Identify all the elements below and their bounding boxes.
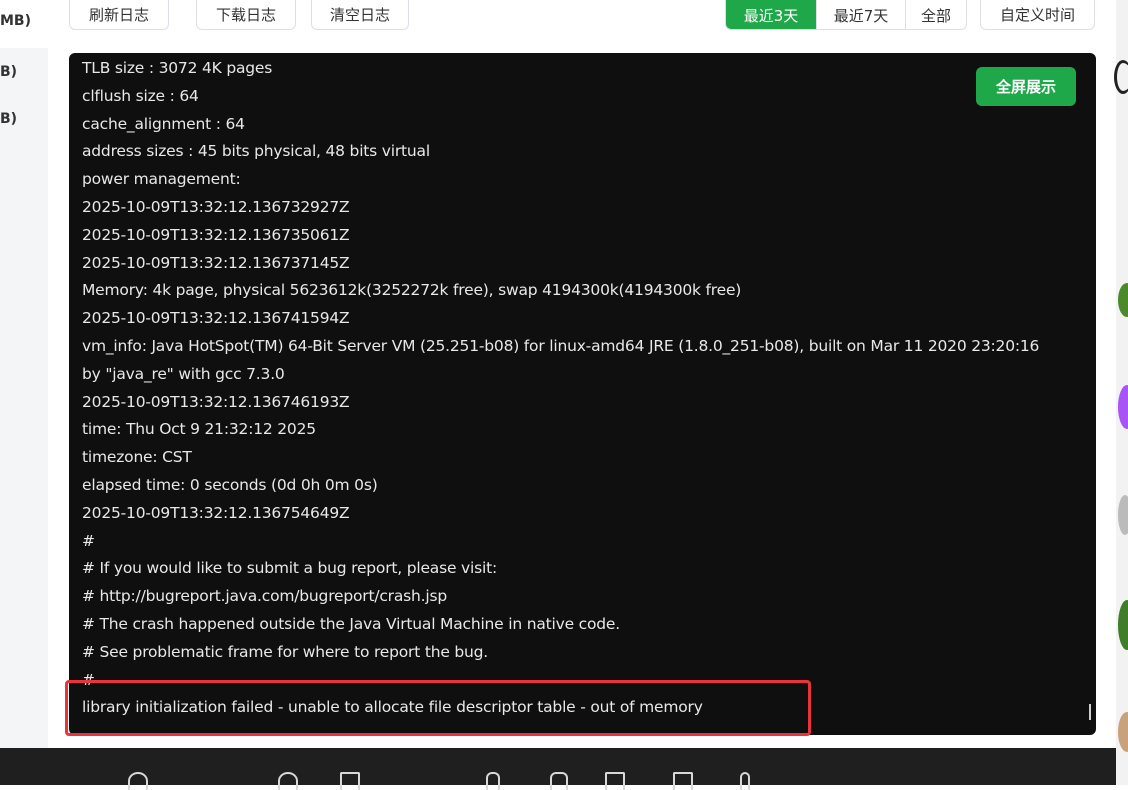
desktop-icon [1118, 600, 1128, 650]
search-icon[interactable] [278, 772, 298, 790]
pin-icon[interactable] [740, 772, 750, 790]
log-line: 2025-10-09T13:32:12.136741594Z [82, 309, 350, 328]
log-line: address sizes : 45 bits physical, 48 bit… [82, 142, 430, 161]
log-line: Memory: 4k page, physical 5623612k(32522… [82, 281, 742, 300]
desktop-icon [1118, 385, 1128, 429]
error-highlight-box [65, 680, 811, 736]
range-all[interactable]: 全部 [905, 0, 966, 29]
refresh-log-button[interactable]: 刷新日志 [69, 0, 169, 30]
log-line: cache_alignment : 64 [82, 114, 245, 133]
window-icon[interactable] [340, 772, 360, 790]
desktop-icon [1118, 495, 1128, 535]
time-range-selector: 最近3天 最近7天 全部 [725, 0, 967, 30]
log-line: vm_info: Java HotSpot(TM) 64-Bit Server … [82, 337, 1040, 355]
fullscreen-button[interactable]: 全屏展示 [976, 67, 1076, 106]
taskbar [0, 748, 1116, 790]
desktop-icon [1118, 283, 1128, 317]
log-line: power management: [82, 170, 241, 189]
exit-icon[interactable] [673, 772, 693, 790]
fullscreen-icon[interactable] [605, 772, 625, 790]
desktop-icon [1114, 60, 1128, 94]
log-line: # If you would like to submit a bug repo… [82, 559, 497, 578]
log-line: 2025-10-09T13:32:12.136737145Z [82, 253, 350, 272]
sidebar-size-label: B) [0, 111, 18, 127]
range-last-3-days[interactable]: 最近3天 [726, 0, 816, 29]
desktop-edge [1114, 0, 1128, 785]
log-line: # http://bugreport.java.com/bugreport/cr… [82, 587, 447, 606]
log-line: # [82, 531, 95, 550]
log-line: 2025-10-09T13:32:12.136754649Z [82, 503, 350, 522]
download-log-button[interactable]: 下载日志 [196, 0, 296, 30]
zoom-icon[interactable] [128, 772, 148, 790]
log-line: # See problematic frame for where to rep… [82, 642, 489, 661]
range-last-7-days[interactable]: 最近7天 [816, 0, 905, 29]
sidebar-size-label: MB) [0, 13, 32, 29]
log-line: TLB size : 3072 4K pages [82, 59, 273, 77]
log-line: clflush size : 64 [82, 86, 199, 105]
custom-time-button[interactable]: 自定义时间 [980, 0, 1095, 30]
log-line: timezone: CST [82, 448, 192, 467]
sidebar-size-label: B) [0, 64, 18, 80]
log-line: 2025-10-09T13:32:12.136735061Z [82, 225, 350, 244]
log-line: 2025-10-09T13:32:12.136746193Z [82, 392, 350, 411]
log-line: 2025-10-09T13:32:12.136732927Z [82, 198, 350, 216]
log-line: # The crash happened outside the Java Vi… [82, 615, 620, 633]
clear-log-button[interactable]: 清空日志 [311, 0, 409, 30]
log-line: by "java_re" with gcc 7.3.0 [82, 364, 285, 383]
desktop-icon [1118, 712, 1128, 752]
text-cursor [1089, 704, 1091, 720]
log-console[interactable]: TLB size : 3072 4K pages clflush size : 6… [69, 53, 1096, 735]
log-line: time: Thu Oct 9 21:32:12 2025 [82, 420, 316, 439]
arrow-icon[interactable] [486, 772, 500, 790]
log-line: elapsed time: 0 seconds (0d 0h 0m 0s) [82, 476, 378, 494]
sidebar [0, 48, 48, 748]
upload-icon[interactable] [550, 772, 568, 790]
